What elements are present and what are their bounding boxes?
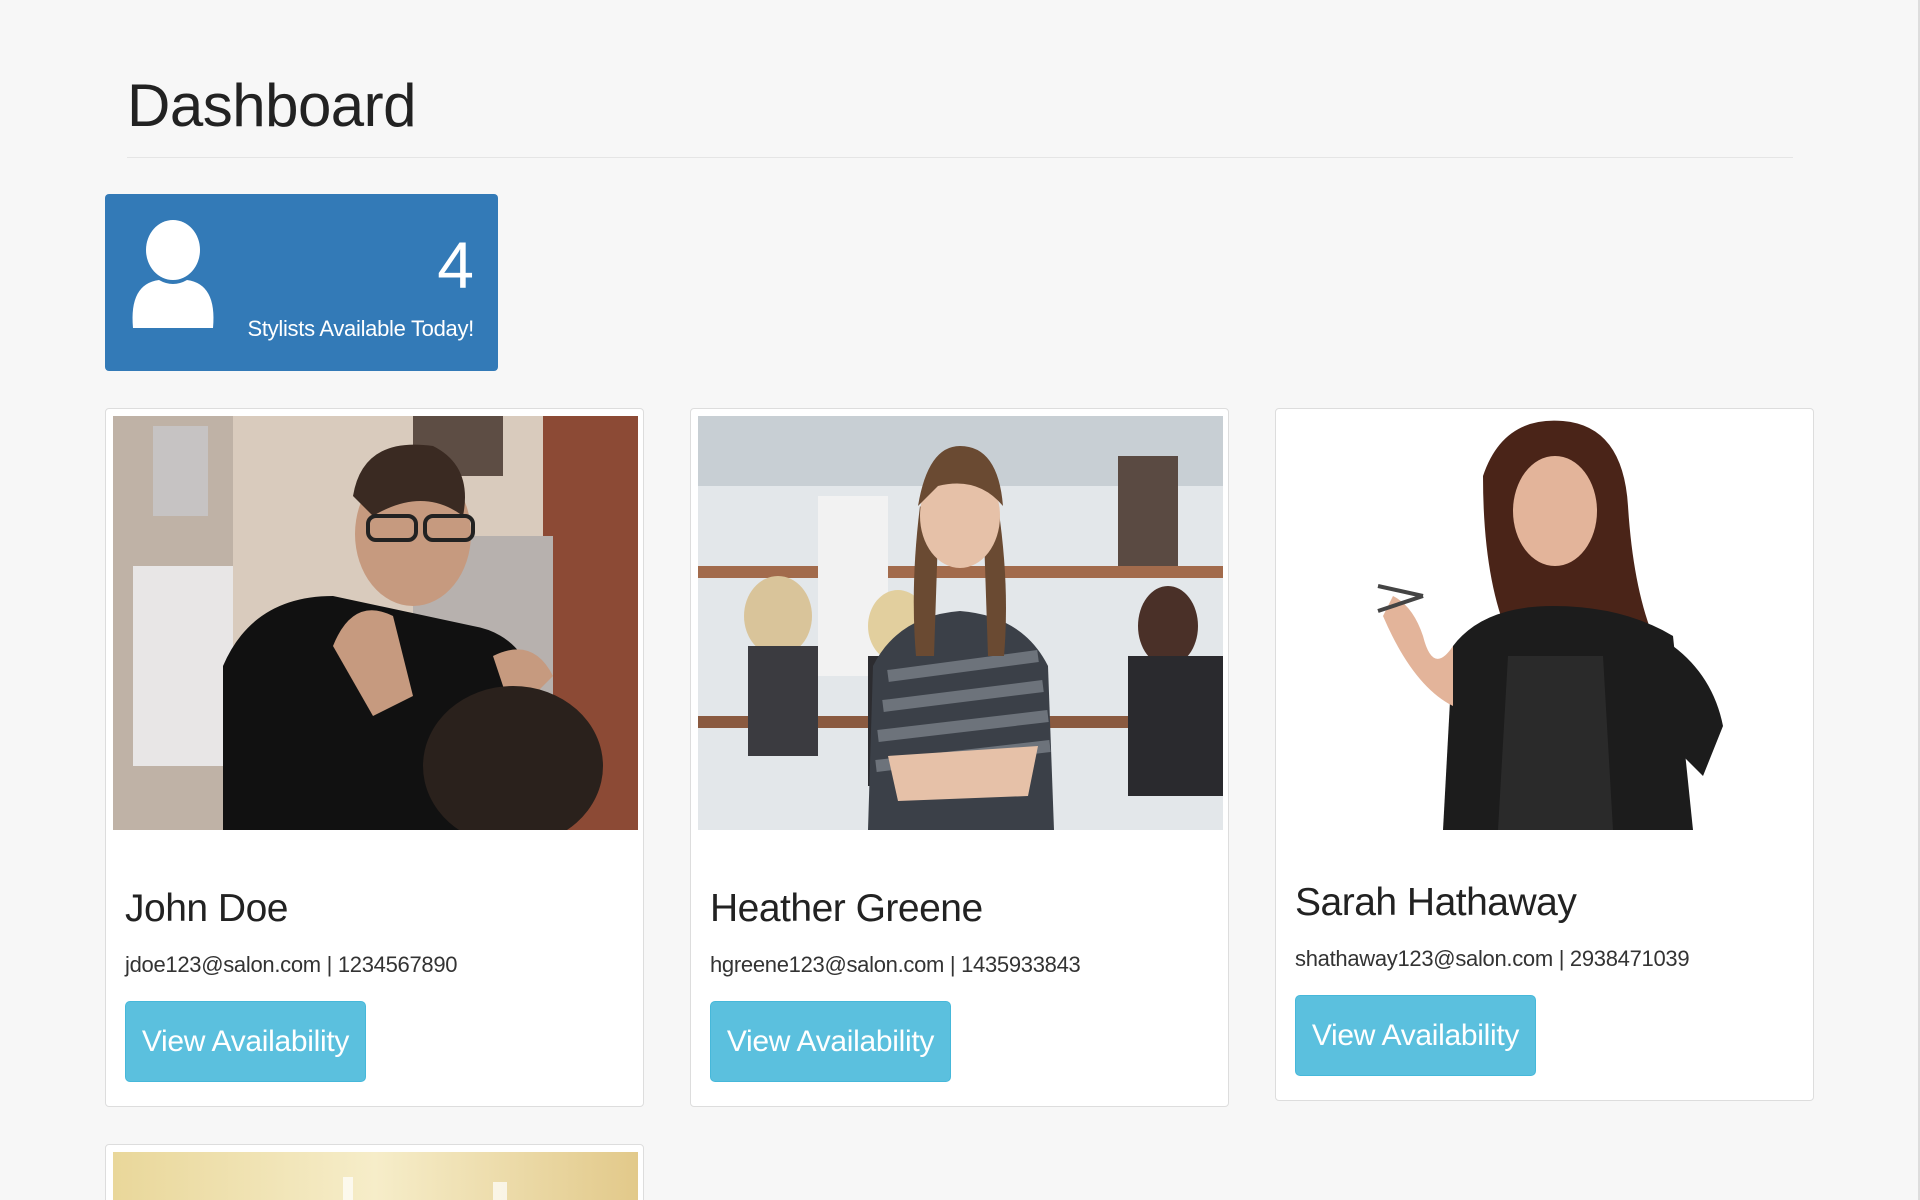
view-availability-button[interactable]: View Availability — [710, 1001, 951, 1082]
view-availability-button[interactable]: View Availability — [1295, 995, 1536, 1076]
stylist-photo — [698, 416, 1223, 830]
stylist-card: John Doe jdoe123@salon.com | 1234567890 … — [105, 408, 644, 1107]
stylists-available-label: Stylists Available Today! — [247, 316, 475, 341]
stylist-contact: hgreene123@salon.com | 1435933843 — [710, 952, 1081, 977]
stylist-photo — [113, 1152, 638, 1200]
stylists-available-count: 4 — [437, 228, 474, 302]
stylist-contact: shathaway123@salon.com | 2938471039 — [1295, 946, 1690, 971]
dashboard-page: Dashboard 4 Stylists Available Today! Jo… — [0, 0, 1920, 1200]
stylist-name: Sarah Hathaway — [1295, 881, 1577, 924]
stylist-card: Heather Greene hgreene123@salon.com | 14… — [690, 408, 1229, 1107]
view-availability-button[interactable]: View Availability — [125, 1001, 366, 1082]
stylist-photo — [1283, 416, 1808, 830]
page-title: Dashboard — [127, 72, 417, 139]
stylist-contact: jdoe123@salon.com | 1234567890 — [125, 952, 458, 977]
stylist-card — [105, 1144, 644, 1200]
stylists-available-panel: 4 Stylists Available Today! — [105, 194, 498, 371]
stylist-photo — [113, 416, 638, 830]
stylist-name: John Doe — [125, 887, 288, 930]
stylist-name: Heather Greene — [710, 887, 983, 930]
stylist-card: Sarah Hathaway shathaway123@salon.com | … — [1275, 408, 1814, 1101]
user-icon — [132, 220, 214, 328]
page-header: Dashboard — [127, 70, 1793, 158]
